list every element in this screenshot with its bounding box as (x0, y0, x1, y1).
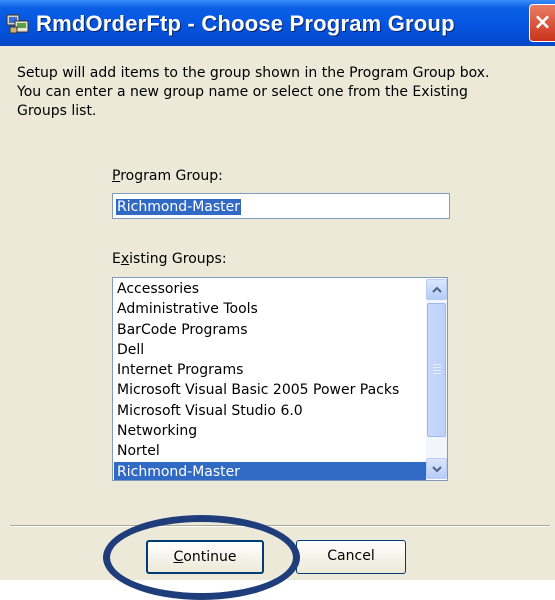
thumb-grip-line (433, 367, 441, 368)
program-group-access-key: P (112, 168, 121, 184)
existing-groups-label-rest: isting Groups: (129, 251, 227, 267)
title-bar: RmdOrderFtp - Choose Program Group × (0, 0, 555, 46)
button-divider (10, 525, 550, 527)
list-item[interactable]: BarCode Programs (114, 320, 426, 340)
program-group-value: Richmond-Master (116, 199, 242, 215)
list-item[interactable]: Dell (114, 340, 426, 360)
program-group-label-rest: rogram Group: (120, 168, 223, 184)
chevron-down-icon (432, 466, 442, 473)
continue-label-rest: ontinue (183, 549, 237, 565)
continue-access-key: C (173, 549, 184, 565)
cancel-button[interactable]: Cancel (296, 540, 406, 574)
setup-app-icon (6, 14, 29, 34)
list-item[interactable]: Networking (114, 421, 426, 441)
intro-text: Setup will add items to the group shown … (17, 65, 490, 119)
scroll-thumb[interactable] (427, 303, 446, 437)
list-scrollbar[interactable] (426, 279, 447, 479)
existing-groups-access-key: x (120, 251, 130, 267)
program-group-input[interactable]: Richmond-Master (112, 193, 450, 219)
list-item[interactable]: Internet Programs (114, 360, 426, 380)
thumb-grip-line (433, 373, 441, 374)
list-item[interactable]: Microsoft Visual Basic 2005 Power Packs (114, 380, 426, 400)
existing-groups-list[interactable]: Accessories Administrative Tools BarCode… (112, 277, 448, 481)
scroll-down-button[interactable] (426, 458, 447, 479)
chevron-up-icon (432, 286, 442, 293)
window-title: RmdOrderFtp - Choose Program Group (36, 11, 455, 36)
existing-groups-label-first: E (112, 251, 121, 267)
list-item[interactable]: Administrative Tools (114, 299, 426, 319)
thumb-grip-line (433, 370, 441, 371)
close-button[interactable]: × (529, 4, 555, 42)
close-icon: × (533, 10, 552, 35)
scroll-up-button[interactable] (426, 279, 447, 300)
thumb-grip-line (433, 364, 441, 365)
existing-groups-items: Accessories Administrative Tools BarCode… (114, 279, 426, 480)
list-item-selected[interactable]: Richmond-Master (114, 461, 426, 480)
list-item[interactable]: Microsoft Visual Studio 6.0 (114, 401, 426, 421)
list-item[interactable]: Accessories (114, 279, 426, 299)
continue-button[interactable]: Continue (146, 540, 264, 574)
program-group-label: Program Group: (112, 168, 223, 184)
existing-groups-label: Existing Groups: (112, 251, 227, 267)
list-item[interactable]: Nortel (114, 441, 426, 461)
